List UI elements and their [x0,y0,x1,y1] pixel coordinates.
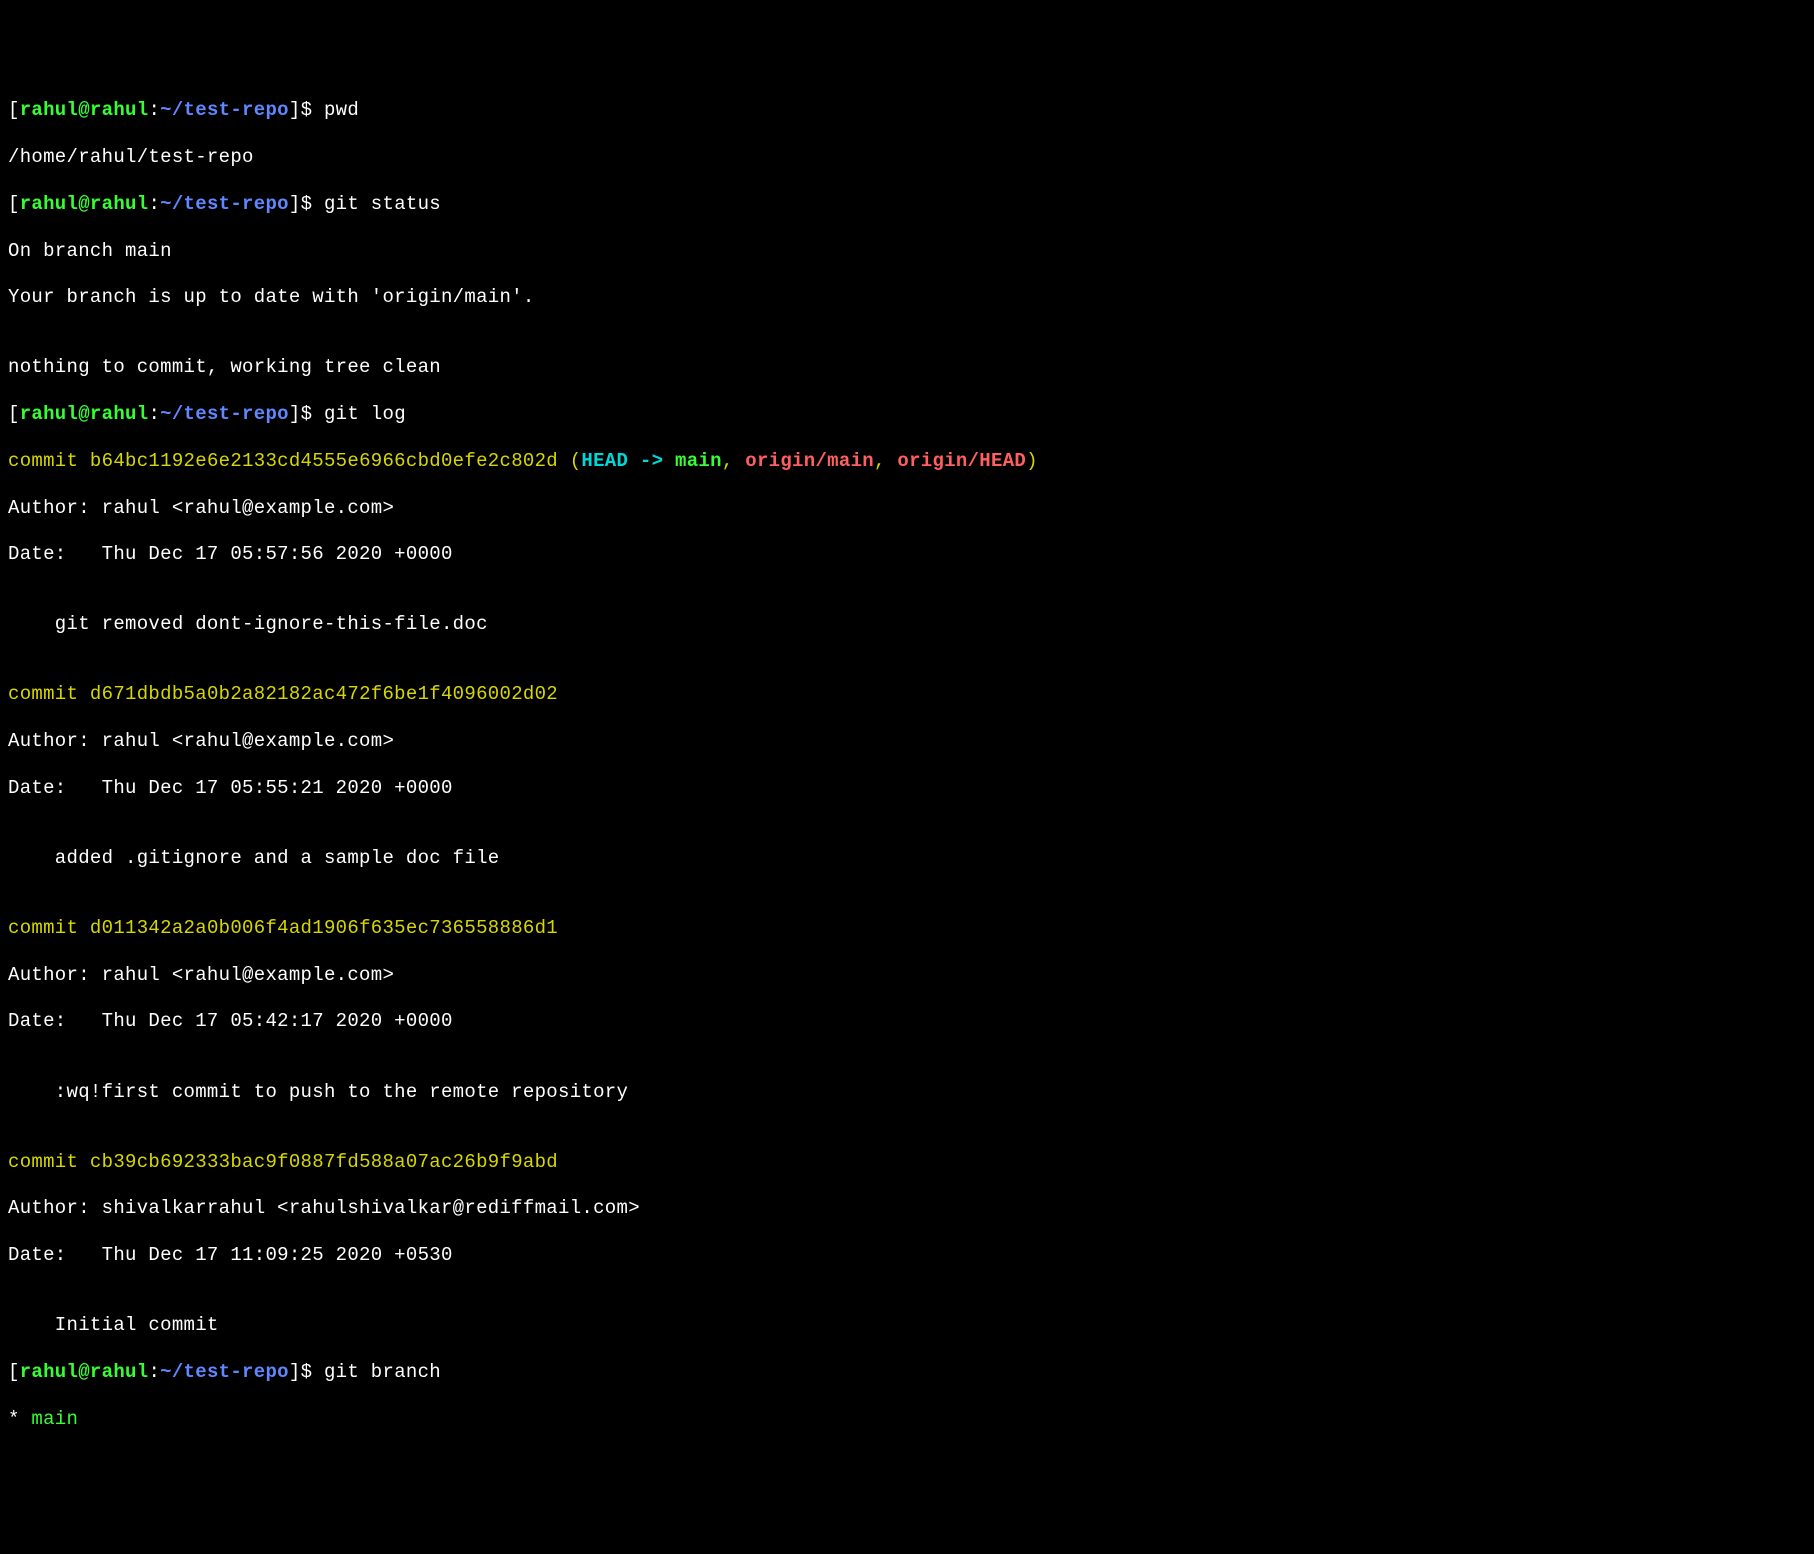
commit-3-author: Author: rahul <rahul@example.com> [8,964,1806,987]
output-pwd: /home/rahul/test-repo [8,146,1806,169]
prompt-bracket-open: [ [8,99,20,121]
command-git-log: git log [324,403,406,425]
commit-hash: cb39cb692333bac9f0887fd588a07ac26b9f9abd [90,1151,558,1173]
prompt-dollar: $ [301,99,313,121]
commit-1-header: commit b64bc1192e6e2133cd4555e6966cbd0ef… [8,450,1806,473]
commit-4-author: Author: shivalkarrahul <rahulshivalkar@r… [8,1197,1806,1220]
terminal-line-prompt-log[interactable]: [rahul@rahul:~/test-repo]$ git log [8,403,1806,426]
commit-1-message: git removed dont-ignore-this-file.doc [8,613,1806,636]
ref-origin-main: origin/main [745,450,874,472]
command-git-status: git status [324,193,441,215]
output-branch: * main [8,1408,1806,1431]
commit-2-header: commit d671dbdb5a0b2a82182ac472f6be1f409… [8,683,1806,706]
commit-label: commit [8,1151,90,1173]
commit-3-date: Date: Thu Dec 17 05:42:17 2020 +0000 [8,1010,1806,1033]
branch-name: main [31,1408,78,1430]
ref-paren-open: ( [558,450,581,472]
prompt-tilde: ~ [160,99,172,121]
prompt-host: rahul [90,99,149,121]
commit-hash: b64bc1192e6e2133cd4555e6966cbd0efe2c802d [90,450,558,472]
ref-comma: , [722,450,745,472]
prompt-user: rahul [20,99,79,121]
commit-4-message: Initial commit [8,1314,1806,1337]
commit-hash: d671dbdb5a0b2a82182ac472f6be1f4096002d02 [90,683,558,705]
commit-3-message: :wq!first commit to push to the remote r… [8,1081,1806,1104]
ref-paren-close: ) [1026,450,1038,472]
ref-origin-head: origin/HEAD [897,450,1026,472]
output-status-uptodate: Your branch is up to date with 'origin/m… [8,286,1806,309]
terminal-line-prompt-pwd[interactable]: [rahul@rahul:~/test-repo]$ pwd [8,99,1806,122]
output-status-branch: On branch main [8,240,1806,263]
prompt-colon: : [148,99,160,121]
commit-4-date: Date: Thu Dec 17 11:09:25 2020 +0530 [8,1244,1806,1267]
commit-2-author: Author: rahul <rahul@example.com> [8,730,1806,753]
commit-label: commit [8,683,90,705]
ref-comma: , [874,450,897,472]
prompt-path: /test-repo [172,99,289,121]
command-pwd: pwd [324,99,359,121]
branch-current-marker: * [8,1408,31,1430]
commit-4-header: commit cb39cb692333bac9f0887fd588a07ac26… [8,1151,1806,1174]
ref-head: HEAD -> [581,450,675,472]
commit-1-author: Author: rahul <rahul@example.com> [8,497,1806,520]
commit-2-date: Date: Thu Dec 17 05:55:21 2020 +0000 [8,777,1806,800]
commit-label: commit [8,917,90,939]
prompt-at: @ [78,99,90,121]
commit-hash: d011342a2a0b006f4ad1906f635ec736558886d1 [90,917,558,939]
commit-2-message: added .gitignore and a sample doc file [8,847,1806,870]
output-status-clean: nothing to commit, working tree clean [8,356,1806,379]
terminal-line-prompt-status[interactable]: [rahul@rahul:~/test-repo]$ git status [8,193,1806,216]
commit-label: commit [8,450,90,472]
commit-1-date: Date: Thu Dec 17 05:57:56 2020 +0000 [8,543,1806,566]
commit-3-header: commit d011342a2a0b006f4ad1906f635ec7365… [8,917,1806,940]
command-git-branch: git branch [324,1361,441,1383]
prompt-bracket-close: ] [289,99,301,121]
ref-main: main [675,450,722,472]
terminal-line-prompt-branch[interactable]: [rahul@rahul:~/test-repo]$ git branch [8,1361,1806,1384]
